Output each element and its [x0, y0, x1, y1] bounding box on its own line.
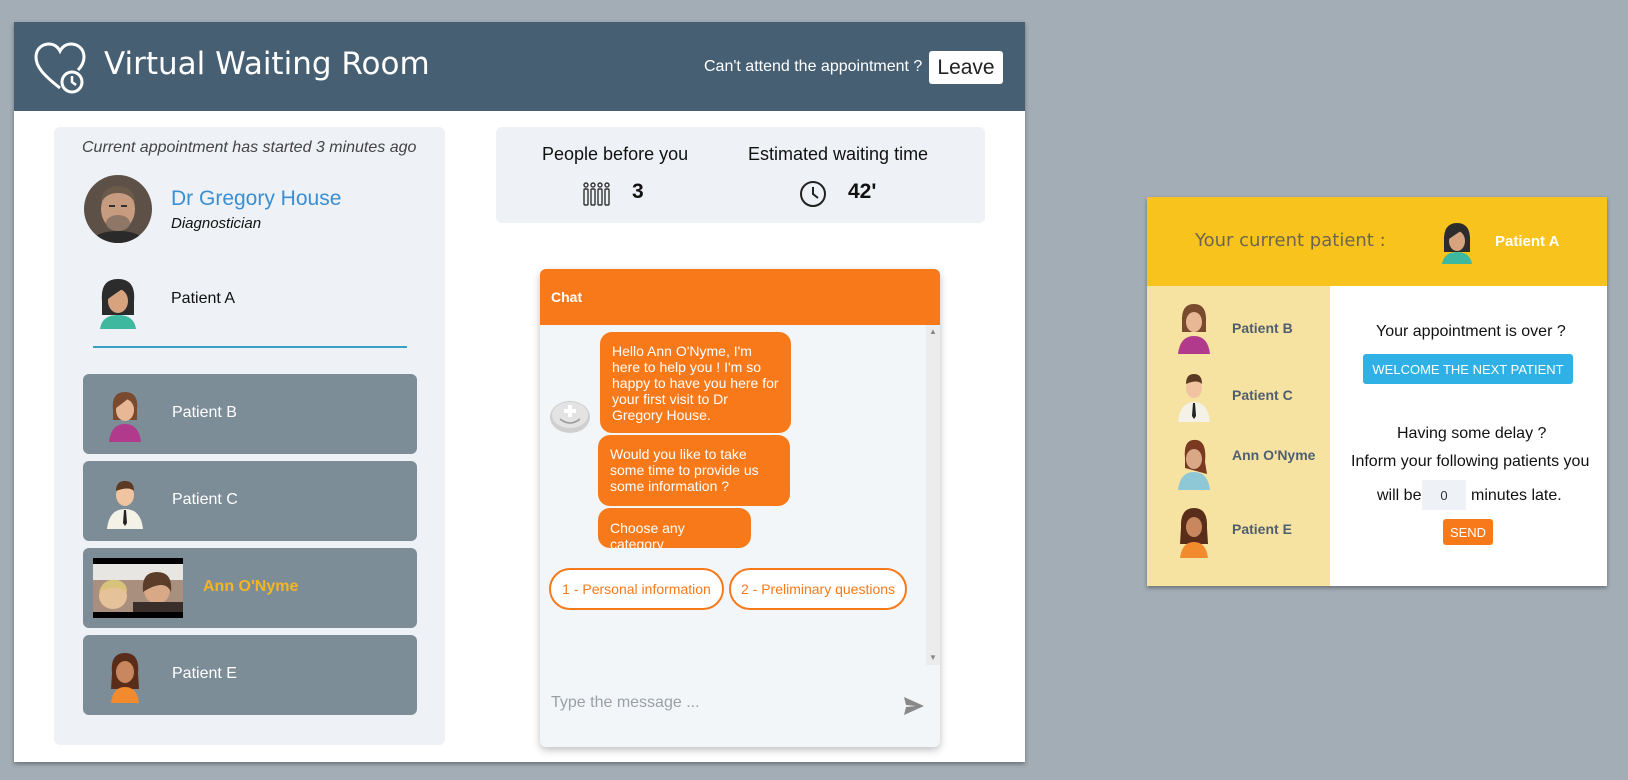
- clock-icon: [800, 181, 826, 207]
- current-patient-name: Patient A: [171, 290, 236, 307]
- doctor-name: Dr Gregory House: [171, 187, 342, 210]
- welcome-next-patient-button[interactable]: WELCOME THE NEXT PATIENT: [1363, 354, 1573, 384]
- doctor-window: Your current patient : Patient A Patient…: [1147, 197, 1607, 586]
- appointment-panel: Current appointment has started 3 minute…: [54, 127, 445, 745]
- people-before-label: People before you: [542, 144, 689, 164]
- male-avatar-icon: [107, 481, 143, 529]
- delay-question: Having some delay ?: [1397, 425, 1547, 442]
- female-avatar-icon: [111, 653, 139, 703]
- leave-question: Can't attend the appointment ?: [704, 58, 923, 75]
- will-be-text: will be: [1377, 487, 1422, 504]
- queue-item-name: Patient C: [172, 491, 238, 508]
- people-before-value: 3: [632, 180, 644, 203]
- chat-header: Chat: [540, 269, 940, 325]
- minutes-late-input[interactable]: 0: [1422, 480, 1466, 510]
- waiting-stats: People before you 3 Estimated waiting ti…: [496, 127, 985, 223]
- female-avatar-icon: [109, 392, 141, 442]
- heart-clock-icon: [34, 42, 86, 94]
- current-patient-label: Your current patient :: [1195, 230, 1386, 251]
- queue-item[interactable]: Patient B: [83, 374, 417, 454]
- chat-scrollbar[interactable]: ▲ ▼: [926, 325, 940, 665]
- leave-button[interactable]: Leave: [929, 51, 1003, 84]
- patient-window: Virtual Waiting Room Can't attend the ap…: [14, 22, 1025, 762]
- wait-time-label: Estimated waiting time: [748, 144, 929, 164]
- quick-reply-button[interactable]: 2 - Preliminary questions: [729, 568, 907, 610]
- appointment-over-question: Your appointment is over ?: [1376, 323, 1566, 340]
- female-avatar-icon: [100, 279, 136, 329]
- chat-title: Chat: [551, 289, 583, 305]
- wait-time-value: 42': [848, 180, 877, 203]
- send-button[interactable]: SEND: [1443, 519, 1493, 545]
- people-icon: [583, 182, 610, 206]
- queue-item-name: Ann O'Nyme: [203, 578, 299, 595]
- female-avatar-icon: [1180, 508, 1208, 558]
- inform-text: Inform your following patients you: [1351, 453, 1590, 470]
- bot-avatar-icon: [550, 401, 590, 433]
- scroll-down-icon[interactable]: ▼: [929, 653, 937, 662]
- male-avatar-icon: [1178, 374, 1210, 422]
- chat-message: Choose any category: [598, 508, 751, 552]
- minutes-late-text: minutes late.: [1471, 487, 1562, 504]
- chat-widget: Chat ▲ ▼ Hello Ann O'Nyme, I'm here to h…: [540, 269, 940, 747]
- app-title: Virtual Waiting Room: [104, 46, 430, 82]
- quick-reply-button[interactable]: 1 - Personal information: [549, 568, 724, 610]
- video-thumbnail: [93, 558, 183, 618]
- queue-item-name: Patient B: [172, 404, 237, 421]
- female-avatar-icon: [1178, 304, 1210, 354]
- doctor-avatar: [84, 175, 152, 243]
- doctor-role: Diagnostician: [171, 215, 262, 232]
- current-patient-name: Patient A: [1495, 233, 1560, 250]
- female-avatar-icon: [1442, 223, 1472, 264]
- current-patient-header: Your current patient : Patient A: [1147, 197, 1607, 286]
- female-avatar-icon: [1178, 439, 1210, 490]
- patient-queue-sidebar: Patient B Patient C Ann O'Nyme Patient E: [1147, 286, 1330, 586]
- queue-item-name[interactable]: Ann O'Nyme: [1232, 447, 1315, 463]
- app-header: Virtual Waiting Room Can't attend the ap…: [14, 22, 1025, 111]
- message-input[interactable]: Type the message ...: [551, 694, 700, 712]
- divider: [93, 346, 407, 348]
- send-icon[interactable]: [902, 695, 926, 717]
- queue-item-name[interactable]: Patient E: [1232, 521, 1292, 537]
- appointment-status: Current appointment has started 3 minute…: [82, 139, 417, 156]
- queue-item[interactable]: Patient C: [83, 461, 417, 541]
- chat-message: Would you like to take some time to prov…: [598, 435, 790, 506]
- queue-item-name[interactable]: Patient B: [1232, 320, 1293, 336]
- scroll-up-icon[interactable]: ▲: [929, 327, 937, 336]
- chat-message: Hello Ann O'Nyme, I'm here to help you !…: [600, 332, 791, 433]
- queue-item-me[interactable]: Ann O'Nyme: [83, 548, 417, 628]
- queue-item-name[interactable]: Patient C: [1232, 387, 1293, 403]
- queue-item-name: Patient E: [172, 665, 237, 682]
- queue-item[interactable]: Patient E: [83, 635, 417, 715]
